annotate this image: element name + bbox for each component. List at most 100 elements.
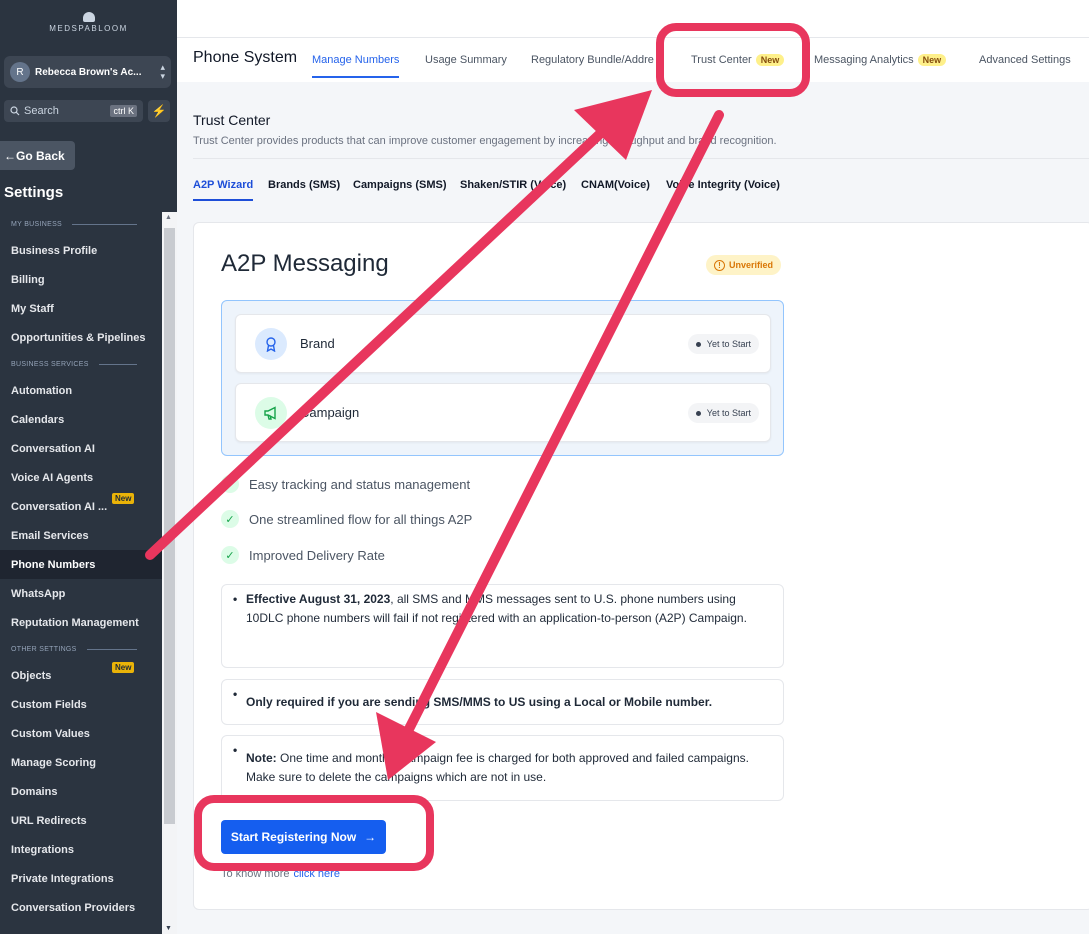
sidebar-item-opportunities-pipelines[interactable]: Opportunities & Pipelines [0, 323, 162, 352]
tab-advanced-settings[interactable]: Advanced Settings [979, 54, 1071, 66]
sidebar-item-label: Conversation Providers [11, 901, 136, 914]
brand-logo[interactable]: MEDSPABLOOM [0, 0, 177, 44]
sidebar-item-conversation-ai[interactable]: Conversation AI ... New [0, 492, 162, 521]
logo-icon [82, 11, 95, 22]
arrow-left-icon: ← [4, 148, 16, 163]
scroll-down-icon[interactable]: ▼ [165, 925, 172, 932]
settings-sidebar: MEDSPABLOOM R Rebecca Brown's Ac... ▴ ▾ S… [0, 0, 177, 934]
sidebar-item-phone-numbers[interactable]: Phone Numbers [0, 550, 162, 579]
new-badge: New [755, 54, 785, 66]
search-icon [10, 106, 20, 116]
sidebar-item-label: Conversation AI ... [11, 500, 108, 513]
feature-item: ✓ Improved Delivery Rate [221, 546, 385, 564]
sidebar-item-manage-scoring[interactable]: Manage Scoring [0, 748, 162, 777]
tab-cnam-voice[interactable]: CNAM(Voice) [581, 179, 650, 191]
scroll-up-icon[interactable]: ▲ [165, 214, 172, 221]
tab-campaigns-sms[interactable]: Campaigns (SMS) [353, 179, 447, 191]
sidebar-item-label: Voice AI Agents [11, 471, 94, 484]
step-brand-label: Brand [300, 336, 335, 351]
nav-section-header: BUSINESS SERVICES [0, 352, 162, 376]
sidebar-item-label: Reputation Management [11, 616, 139, 629]
sidebar-item-label: Billing [11, 273, 45, 286]
tab-regulatory-bundle[interactable]: Regulatory Bundle/Addre [531, 54, 654, 66]
new-badge: New [112, 662, 135, 673]
top-bar [177, 0, 1089, 38]
sidebar-item-reputation-management[interactable]: Reputation Management [0, 608, 162, 637]
arrow-right-icon: → [364, 830, 377, 844]
step-brand-status: Yet to Start [687, 334, 759, 354]
sidebar-item-label: Manage Scoring [11, 756, 96, 769]
a2p-card: A2P Messaging ! Unverified Brand Yet to … [193, 222, 1089, 910]
sidebar-item-label: Custom Fields [11, 698, 87, 711]
new-badge: New [917, 54, 947, 66]
feature-text: Easy tracking and status management [249, 476, 471, 492]
step-brand[interactable]: Brand Yet to Start [235, 314, 771, 373]
quick-actions-button[interactable]: ⚡ [148, 100, 170, 122]
sidebar-item-label: Email Services [11, 529, 89, 542]
sidebar-item-custom-values[interactable]: Custom Values [0, 719, 162, 748]
sidebar-item-label: Conversation AI [11, 442, 95, 455]
sidebar-item-email-services[interactable]: Email Services [0, 521, 162, 550]
trust-center-title: Trust Center [193, 112, 271, 128]
sidebar-item-label: WhatsApp [11, 587, 66, 600]
nav-section-header: MY BUSINESS [0, 212, 162, 236]
note-bold: Note: [246, 751, 277, 765]
sidebar-item-objects[interactable]: Objects New [0, 661, 162, 690]
sidebar-item-domains[interactable]: Domains [0, 777, 162, 806]
sidebar-item-my-staff[interactable]: My Staff [0, 294, 162, 323]
tab-messaging-analytics[interactable]: Messaging Analytics New [814, 54, 947, 66]
tab-messaging-analytics-label: Messaging Analytics [814, 54, 914, 66]
feature-item: ✓ One streamlined flow for all things A2P [221, 510, 472, 528]
megaphone-icon [255, 397, 287, 429]
sidebar-item-label: Custom Values [11, 727, 90, 740]
sidebar-item-integrations[interactable]: Integrations [0, 835, 162, 864]
go-back-button[interactable]: ← Go Back [0, 141, 75, 170]
note-bold: Effective August 31, 2023 [246, 592, 391, 606]
tab-manage-numbers[interactable]: Manage Numbers [312, 54, 400, 78]
search-input[interactable]: Search ctrl K [4, 100, 143, 122]
phone-system-header: Phone System Manage Numbers Usage Summar… [177, 38, 1089, 82]
nav-section-header: OTHER SETTINGS [0, 637, 162, 661]
sidebar-item-business-profile[interactable]: Business Profile [0, 236, 162, 265]
sidebar-scrollbar[interactable]: ▲ ▼ [162, 212, 177, 934]
new-badge: New [112, 493, 135, 504]
tab-brands-sms[interactable]: Brands (SMS) [268, 179, 340, 191]
tab-usage-summary[interactable]: Usage Summary [425, 54, 507, 66]
sidebar-item-calendars[interactable]: Calendars [0, 405, 162, 434]
app-window: MEDSPABLOOM R Rebecca Brown's Ac... ▴ ▾ S… [0, 0, 1089, 934]
tab-trust-center-label: Trust Center [691, 54, 752, 66]
start-registering-button[interactable]: Start Registering Now → [221, 820, 386, 854]
scrollbar-thumb[interactable] [164, 228, 175, 824]
note-bold: Only required if you are sending SMS/MMS… [246, 695, 713, 709]
sidebar-item-conversation-providers[interactable]: Conversation Providers [0, 893, 162, 922]
tab-a2p-wizard[interactable]: A2P Wizard [193, 179, 254, 201]
tab-voice-integrity[interactable]: Voice Integrity (Voice) [666, 179, 780, 191]
search-shortcut: ctrl K [110, 105, 137, 117]
chevron-updown-icon: ▴ ▾ [160, 62, 165, 81]
sidebar-item-url-redirects[interactable]: URL Redirects [0, 806, 162, 835]
sidebar-item-label: Private Integrations [11, 872, 114, 885]
click-here-link[interactable]: click here [293, 868, 339, 880]
tab-trust-center[interactable]: Trust Center New [691, 54, 785, 66]
account-switcher[interactable]: R Rebecca Brown's Ac... ▴ ▾ [4, 56, 171, 88]
sidebar-item-billing[interactable]: Billing [0, 265, 162, 294]
step-campaign[interactable]: Campaign Yet to Start [235, 383, 771, 442]
sidebar-item-voice-ai-agents[interactable]: Voice AI Agents [0, 463, 162, 492]
sidebar-item-automation[interactable]: Automation [0, 376, 162, 405]
tab-shaken-stir[interactable]: Shaken/STIR (Voice) [460, 179, 566, 191]
trust-center-description: Trust Center provides products that can … [193, 135, 777, 147]
check-icon: ✓ [221, 510, 239, 528]
sidebar-item-label: Objects [11, 669, 52, 682]
settings-nav: MY BUSINESS Business Profile Billing My Sta… [0, 212, 162, 922]
check-icon: ✓ [221, 475, 239, 493]
sidebar-item-custom-fields[interactable]: Custom Fields [0, 690, 162, 719]
cta-label: Start Registering Now [230, 830, 357, 844]
sidebar-item-label: Domains [11, 785, 58, 798]
info-note-deadline: Effective August 31, 2023, all SMS and M… [221, 584, 784, 668]
sidebar-item-conversation-ai[interactable]: Conversation AI [0, 434, 162, 463]
sidebar-item-private-integrations[interactable]: Private Integrations [0, 864, 162, 893]
main-content: Phone System Manage Numbers Usage Summar… [177, 0, 1089, 934]
step-campaign-status: Yet to Start [687, 403, 759, 423]
sidebar-item-whatsapp[interactable]: WhatsApp [0, 579, 162, 608]
sidebar-item-label: Business Profile [11, 244, 98, 257]
